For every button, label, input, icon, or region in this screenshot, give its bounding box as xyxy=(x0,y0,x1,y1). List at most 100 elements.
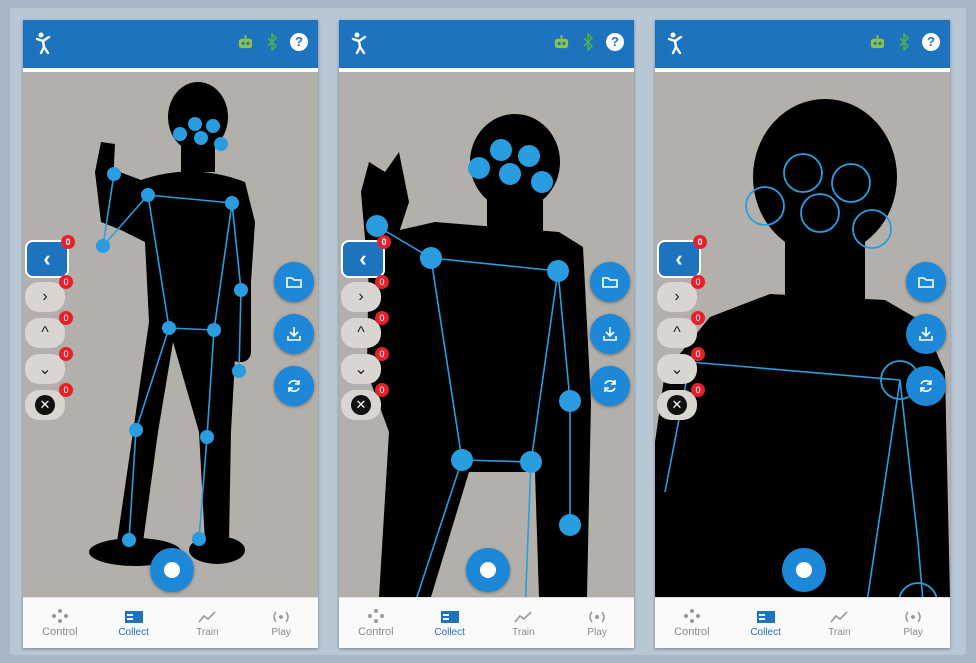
refresh-button[interactable] xyxy=(274,366,314,406)
person-pose-icon xyxy=(351,32,367,55)
bottom-nav: Control Collect Train Play xyxy=(655,597,950,648)
phone-screen-upper-body: ? ‹ 0 › 0 ^ 0 ⌄ 0 ✕ 0 Control Collect Tr… xyxy=(339,20,634,648)
close-icon[interactable]: ✕ 0 xyxy=(657,383,705,420)
download-icon xyxy=(603,327,617,341)
count-badge: 0 xyxy=(375,383,389,397)
record-button[interactable] xyxy=(466,548,510,592)
refresh-icon xyxy=(920,380,932,392)
train-icon xyxy=(514,610,532,623)
count-badge: 0 xyxy=(59,347,73,361)
nav-play[interactable]: Play xyxy=(876,598,950,648)
nav-train[interactable]: Train xyxy=(803,598,877,648)
chevron-left-icon[interactable]: ‹ 0 xyxy=(25,235,75,278)
count-badge: 0 xyxy=(691,383,705,397)
nav-collect[interactable]: Collect xyxy=(97,598,171,648)
refresh-button[interactable] xyxy=(590,366,630,406)
count-badge: 0 xyxy=(375,275,389,289)
robot-icon xyxy=(870,34,885,48)
bluetooth-icon xyxy=(899,33,910,51)
count-badge: 0 xyxy=(59,311,73,325)
gamepad-icon xyxy=(683,609,700,623)
record-dot xyxy=(796,562,812,578)
record-dot xyxy=(164,562,180,578)
count-badge: 0 xyxy=(691,275,705,289)
close-icon[interactable]: ✕ 0 xyxy=(341,383,389,420)
train-icon xyxy=(198,610,216,623)
nav-play[interactable]: Play xyxy=(244,598,318,648)
phone-screen-close-up: ? ‹ 0 › 0 ^ 0 ⌄ 0 ✕ 0 Control Collect Tr… xyxy=(655,20,950,648)
help-icon[interactable]: ? xyxy=(606,33,624,51)
chevron-up-icon[interactable]: ^ 0 xyxy=(657,311,705,348)
chevron-left-icon[interactable]: ‹ 0 xyxy=(657,235,707,278)
count-badge: 0 xyxy=(59,275,73,289)
close-icon[interactable]: ✕ 0 xyxy=(25,383,73,420)
download-button[interactable] xyxy=(274,314,314,354)
person-pose-icon xyxy=(667,32,683,55)
download-button[interactable] xyxy=(590,314,630,354)
train-icon xyxy=(830,610,848,623)
refresh-icon xyxy=(288,380,300,392)
count-badge: 0 xyxy=(377,235,391,249)
chevron-right-icon[interactable]: › 0 xyxy=(657,275,705,312)
app-bar: ? xyxy=(655,20,950,68)
gamepad-icon xyxy=(51,609,68,623)
chevron-right-icon[interactable]: › 0 xyxy=(341,275,389,312)
robot-icon xyxy=(238,34,253,48)
broadcast-icon xyxy=(905,611,921,622)
nav-train[interactable]: Train xyxy=(487,598,561,648)
collect-icon xyxy=(756,610,775,623)
person-pose-icon xyxy=(35,32,51,55)
phone-screen-full-body: ? ‹ 0 › 0 ^ 0 ⌄ 0 ✕ 0 Control Collect Tr… xyxy=(23,20,318,648)
refresh-button[interactable] xyxy=(906,366,946,406)
nav-collect[interactable]: Collect xyxy=(729,598,803,648)
app-bar: ? xyxy=(339,20,634,68)
count-badge: 0 xyxy=(375,347,389,361)
folder-icon xyxy=(286,277,302,288)
collect-icon xyxy=(440,610,459,623)
bottom-nav: Control Collect Train Play xyxy=(23,597,318,648)
chevron-up-icon[interactable]: ^ 0 xyxy=(341,311,389,348)
bottom-nav: Control Collect Train Play xyxy=(339,597,634,648)
count-badge: 0 xyxy=(375,311,389,325)
record-button[interactable] xyxy=(782,548,826,592)
collect-icon xyxy=(124,610,143,623)
nav-train[interactable]: Train xyxy=(171,598,245,648)
bluetooth-icon xyxy=(267,33,278,51)
chevron-up-icon[interactable]: ^ 0 xyxy=(25,311,73,348)
count-badge: 0 xyxy=(693,235,707,249)
count-badge: 0 xyxy=(691,311,705,325)
folder-icon xyxy=(602,277,618,288)
folder-button[interactable] xyxy=(590,262,630,302)
label-controls: ‹ 0 › 0 ^ 0 ⌄ 0 ✕ 0 xyxy=(25,235,75,426)
refresh-icon xyxy=(604,380,616,392)
record-dot xyxy=(480,562,496,578)
nav-control[interactable]: Control xyxy=(655,598,729,648)
nav-play[interactable]: Play xyxy=(560,598,634,648)
record-button[interactable] xyxy=(150,548,194,592)
bluetooth-icon xyxy=(583,33,594,51)
broadcast-icon xyxy=(273,611,289,622)
nav-control[interactable]: Control xyxy=(339,598,413,648)
chevron-down-icon[interactable]: ⌄ 0 xyxy=(341,347,389,384)
folder-icon xyxy=(918,277,934,288)
label-controls: ‹ 0 › 0 ^ 0 ⌄ 0 ✕ 0 xyxy=(341,235,391,426)
nav-control[interactable]: Control xyxy=(23,598,97,648)
label-controls: ‹ 0 › 0 ^ 0 ⌄ 0 ✕ 0 xyxy=(657,235,707,426)
count-badge: 0 xyxy=(61,235,75,249)
download-button[interactable] xyxy=(906,314,946,354)
app-bar: ? xyxy=(23,20,318,68)
broadcast-icon xyxy=(589,611,605,622)
help-icon[interactable]: ? xyxy=(922,33,940,51)
gamepad-icon xyxy=(367,609,384,623)
chevron-left-icon[interactable]: ‹ 0 xyxy=(341,235,391,278)
help-icon[interactable]: ? xyxy=(290,33,308,51)
nav-collect[interactable]: Collect xyxy=(413,598,487,648)
chevron-right-icon[interactable]: › 0 xyxy=(25,275,73,312)
chevron-down-icon[interactable]: ⌄ 0 xyxy=(25,347,73,384)
chevron-down-icon[interactable]: ⌄ 0 xyxy=(657,347,705,384)
download-icon xyxy=(287,327,301,341)
robot-icon xyxy=(554,34,569,48)
folder-button[interactable] xyxy=(274,262,314,302)
folder-button[interactable] xyxy=(906,262,946,302)
count-badge: 0 xyxy=(59,383,73,397)
